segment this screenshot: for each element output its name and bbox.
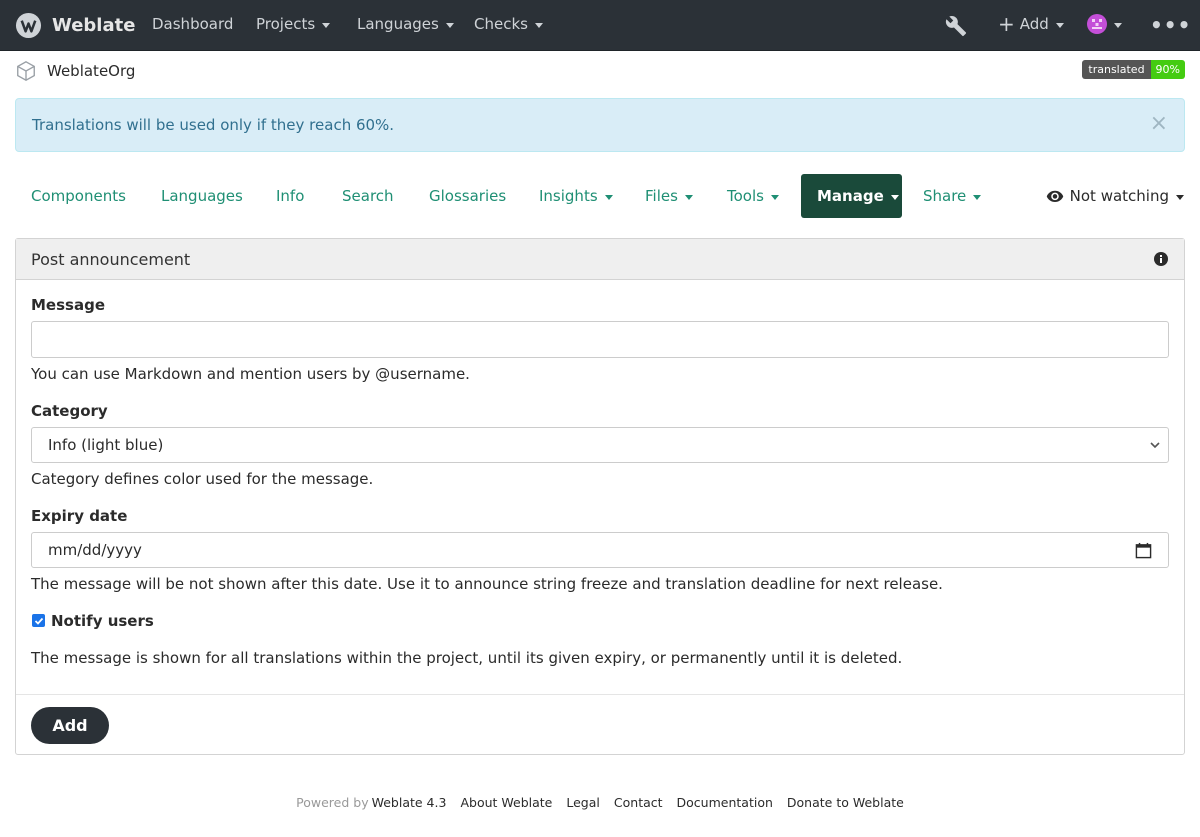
- nav-checks[interactable]: Checks: [474, 15, 543, 33]
- tab-components[interactable]: Components: [31, 174, 126, 218]
- tab-tools[interactable]: Tools: [727, 174, 779, 218]
- footer-legal-link[interactable]: Legal: [566, 795, 600, 810]
- badge-label: translated: [1082, 60, 1151, 79]
- eye-icon: [1046, 190, 1063, 202]
- nav-checks-label: Checks: [474, 15, 528, 33]
- panel-footer: Add: [16, 694, 1184, 754]
- panel-title: Post announcement: [31, 249, 191, 269]
- tab-label: Tools: [727, 187, 764, 205]
- notify-users-label[interactable]: Notify users: [51, 612, 154, 630]
- more-options-icon[interactable]: •••: [1150, 13, 1191, 37]
- expiry-date-input[interactable]: mm/dd/yyyy: [31, 532, 1169, 568]
- alert-text: Translations will be used only if they r…: [32, 116, 395, 134]
- tab-label: Files: [645, 187, 678, 205]
- nav-projects-label: Projects: [256, 15, 316, 33]
- tab-label: Languages: [161, 187, 243, 205]
- category-label: Category: [31, 402, 108, 420]
- tab-label: Manage: [817, 187, 884, 205]
- brand-name: Weblate: [52, 14, 136, 36]
- tab-search[interactable]: Search: [342, 174, 394, 218]
- caret-down-icon: [1114, 22, 1122, 28]
- tab-info[interactable]: Info: [276, 174, 304, 218]
- info-alert: Translations will be used only if they r…: [15, 98, 1185, 152]
- footer-version-link[interactable]: Weblate 4.3: [372, 795, 447, 810]
- nav-projects[interactable]: Projects: [256, 15, 331, 33]
- footer-documentation-link[interactable]: Documentation: [677, 795, 773, 810]
- plus-icon: +: [998, 11, 1015, 36]
- tab-label: Share: [923, 187, 967, 205]
- top-navbar: Weblate Dashboard Projects Languages Che…: [0, 0, 1200, 51]
- info-icon[interactable]: [1153, 251, 1169, 267]
- caret-down-icon: [604, 194, 613, 200]
- nav-add-label: Add: [1019, 15, 1049, 33]
- tab-share[interactable]: Share: [923, 174, 982, 218]
- footer-contact-link[interactable]: Contact: [614, 795, 663, 810]
- panel-heading: Post announcement: [16, 239, 1184, 280]
- category-help: Category defines color used for the mess…: [31, 470, 374, 488]
- powered-by-text: Powered by: [296, 795, 369, 810]
- add-button[interactable]: Add: [31, 707, 109, 744]
- nav-dashboard-label: Dashboard: [152, 15, 234, 33]
- user-menu[interactable]: [1087, 14, 1122, 34]
- tab-label: Glossaries: [429, 187, 507, 205]
- category-selected-value: Info (light blue): [48, 436, 164, 454]
- close-icon[interactable]: ×: [1150, 113, 1168, 135]
- brand-logo[interactable]: Weblate: [15, 12, 135, 38]
- user-avatar-icon: [1087, 14, 1107, 34]
- expiry-placeholder: mm/dd/yyyy: [48, 541, 142, 559]
- tab-insights[interactable]: Insights: [539, 174, 613, 218]
- nav-dashboard[interactable]: Dashboard: [152, 15, 233, 33]
- footer-about-link[interactable]: About Weblate: [460, 795, 552, 810]
- badge-value: 90%: [1150, 60, 1185, 79]
- translated-badge[interactable]: translated 90%: [1082, 60, 1185, 79]
- expiry-label: Expiry date: [31, 507, 128, 525]
- caret-down-icon: [534, 22, 543, 28]
- caret-down-icon: [1176, 194, 1184, 200]
- announcement-panel: Post announcement Message You can use Ma…: [15, 238, 1185, 755]
- watch-dropdown[interactable]: Not watching: [1046, 174, 1184, 218]
- expiry-help: The message will be not shown after this…: [31, 575, 943, 593]
- caret-down-icon: [890, 194, 899, 200]
- tab-label: Insights: [539, 187, 598, 205]
- wrench-icon[interactable]: [945, 15, 967, 37]
- footer-donate-link[interactable]: Donate to Weblate: [787, 795, 904, 810]
- tab-files[interactable]: Files: [645, 174, 693, 218]
- calendar-icon[interactable]: [1135, 542, 1152, 559]
- caret-down-icon: [445, 22, 454, 28]
- message-help: You can use Markdown and mention users b…: [31, 365, 470, 383]
- breadcrumb: WeblateOrg: [15, 59, 135, 83]
- nav-languages-label: Languages: [357, 15, 439, 33]
- message-input[interactable]: [31, 321, 1169, 358]
- tab-languages[interactable]: Languages: [161, 174, 243, 218]
- watch-label: Not watching: [1069, 187, 1169, 205]
- breadcrumb-project-link[interactable]: WeblateOrg: [47, 62, 135, 80]
- message-label: Message: [31, 296, 105, 314]
- weblate-logo-icon: [15, 12, 42, 38]
- chevron-down-icon: [1150, 442, 1160, 449]
- tab-label: Components: [31, 187, 126, 205]
- tab-glossaries[interactable]: Glossaries: [429, 174, 506, 218]
- caret-down-icon: [973, 194, 982, 200]
- caret-down-icon: [684, 194, 693, 200]
- notify-users-checkbox[interactable]: [32, 614, 45, 627]
- tab-label: Info: [276, 187, 305, 205]
- caret-down-icon: [322, 22, 331, 28]
- nav-add[interactable]: + Add: [998, 11, 1064, 36]
- tab-manage[interactable]: Manage: [801, 174, 902, 218]
- nav-languages[interactable]: Languages: [357, 15, 454, 33]
- caret-down-icon: [1055, 22, 1064, 28]
- checkmark-icon: [34, 617, 43, 625]
- project-cube-icon: [17, 61, 35, 81]
- caret-down-icon: [770, 194, 779, 200]
- category-select[interactable]: Info (light blue): [31, 427, 1169, 463]
- tab-label: Search: [342, 187, 394, 205]
- page-footer: Powered by Weblate 4.3 About Weblate Leg…: [0, 795, 1200, 810]
- announcement-note: The message is shown for all translation…: [31, 649, 903, 667]
